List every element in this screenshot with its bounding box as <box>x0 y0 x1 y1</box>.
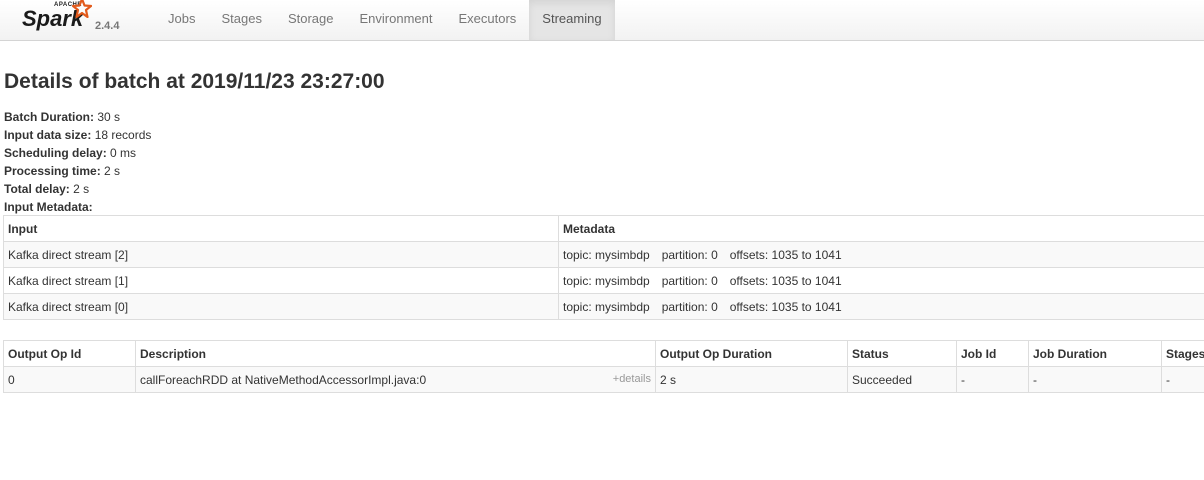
summary-scheduling-delay: Scheduling delay: 0 ms <box>4 146 151 164</box>
page-title: Details of batch at 2019/11/23 23:27:00 <box>4 70 385 93</box>
cell-input: Kafka direct stream [2] <box>3 241 559 268</box>
column-header-output-op-id[interactable]: Output Op Id <box>3 340 136 367</box>
table-row: Kafka direct stream [2] topic: mysimbdp p… <box>3 241 1204 268</box>
cell-metadata: topic: mysimbdp partition: 0 offsets: 1035… <box>558 267 1204 294</box>
table-row: Kafka direct stream [1] topic: mysimbdp p… <box>3 267 1204 294</box>
spark-logo[interactable]: APACHE Spark 2.4.4 <box>20 0 140 40</box>
table-row: Kafka direct stream [0] topic: mysimbdp p… <box>3 293 1204 320</box>
column-header-output-op-duration[interactable]: Output Op Duration <box>655 340 848 367</box>
summary-label: Total delay: <box>4 182 70 196</box>
spark-version: 2.4.4 <box>95 20 120 32</box>
tab-environment[interactable]: Environment <box>347 0 446 40</box>
summary-input-size: Input data size: 18 records <box>4 128 151 146</box>
metadata-topic: topic: mysimbdp <box>563 299 650 314</box>
table-row: 0 callForeachRDD at NativeMethodAccessor… <box>3 366 1204 393</box>
cell-metadata: topic: mysimbdp partition: 0 offsets: 1035… <box>558 293 1204 320</box>
expand-details-link[interactable]: +details <box>613 373 651 385</box>
summary-label: Input data size: <box>4 128 92 142</box>
output-ops-table: Output Op Id Description Output Op Durat… <box>3 340 1204 393</box>
summary-batch-duration: Batch Duration: 30 s <box>4 110 151 128</box>
column-header-stages[interactable]: Stages <box>1161 340 1204 367</box>
metadata-offsets: offsets: 1035 to 1041 <box>729 273 842 288</box>
metadata-partition: partition: 0 <box>661 299 718 314</box>
description-text: callForeachRDD at NativeMethodAccessorIm… <box>140 372 427 387</box>
cell-output-op-id: 0 <box>3 366 136 393</box>
table-header-row: Input Metadata <box>3 215 1204 242</box>
cell-input: Kafka direct stream [1] <box>3 267 559 294</box>
cell-output-op-duration: 2 s <box>655 366 848 393</box>
summary-value: 0 ms <box>110 146 137 160</box>
spark-star-icon <box>72 0 92 18</box>
column-header-status[interactable]: Status <box>847 340 957 367</box>
summary-label: Processing time: <box>4 164 101 178</box>
tab-stages[interactable]: Stages <box>208 0 274 40</box>
metadata-partition: partition: 0 <box>661 247 718 262</box>
cell-status: Succeeded <box>847 366 957 393</box>
cell-input: Kafka direct stream [0] <box>3 293 559 320</box>
summary-value: 2 s <box>73 182 90 196</box>
cell-metadata: topic: mysimbdp partition: 0 offsets: 1035… <box>558 241 1204 268</box>
summary-processing-time: Processing time: 2 s <box>4 164 151 182</box>
metadata-topic: topic: mysimbdp <box>563 247 650 262</box>
tab-jobs[interactable]: Jobs <box>155 0 208 40</box>
input-metadata-table: Input Metadata Kafka direct stream [2] t… <box>3 215 1204 320</box>
column-header-job-duration[interactable]: Job Duration <box>1028 340 1162 367</box>
cell-stages: - <box>1161 366 1204 393</box>
navbar: APACHE Spark 2.4.4 Jobs Stages Storage E… <box>0 0 1204 41</box>
metadata-offsets: offsets: 1035 to 1041 <box>729 299 842 314</box>
summary-total-delay: Total delay: 2 s <box>4 182 151 200</box>
summary-value: 2 s <box>104 164 121 178</box>
summary-label: Batch Duration: <box>4 110 94 124</box>
cell-job-id: - <box>956 366 1029 393</box>
tab-storage[interactable]: Storage <box>275 0 347 40</box>
metadata-partition: partition: 0 <box>661 273 718 288</box>
tab-executors[interactable]: Executors <box>445 0 529 40</box>
column-header-description[interactable]: Description <box>135 340 656 367</box>
cell-job-duration: - <box>1028 366 1162 393</box>
summary-value: 30 s <box>97 110 121 124</box>
cell-description: callForeachRDD at NativeMethodAccessorIm… <box>135 366 656 393</box>
summary-label: Input Metadata: <box>4 200 93 214</box>
metadata-offsets: offsets: 1035 to 1041 <box>729 247 842 262</box>
summary-label: Scheduling delay: <box>4 146 107 160</box>
column-header-job-id[interactable]: Job Id <box>956 340 1029 367</box>
column-header-metadata[interactable]: Metadata <box>558 215 1204 242</box>
summary-value: 18 records <box>94 128 152 142</box>
table-header-row: Output Op Id Description Output Op Durat… <box>3 340 1204 367</box>
batch-summary: Batch Duration: 30 s Input data size: 18… <box>4 110 151 218</box>
nav-tabs: Jobs Stages Storage Environment Executor… <box>155 0 615 40</box>
column-header-input[interactable]: Input <box>3 215 559 242</box>
metadata-topic: topic: mysimbdp <box>563 273 650 288</box>
tab-streaming[interactable]: Streaming <box>529 0 615 40</box>
